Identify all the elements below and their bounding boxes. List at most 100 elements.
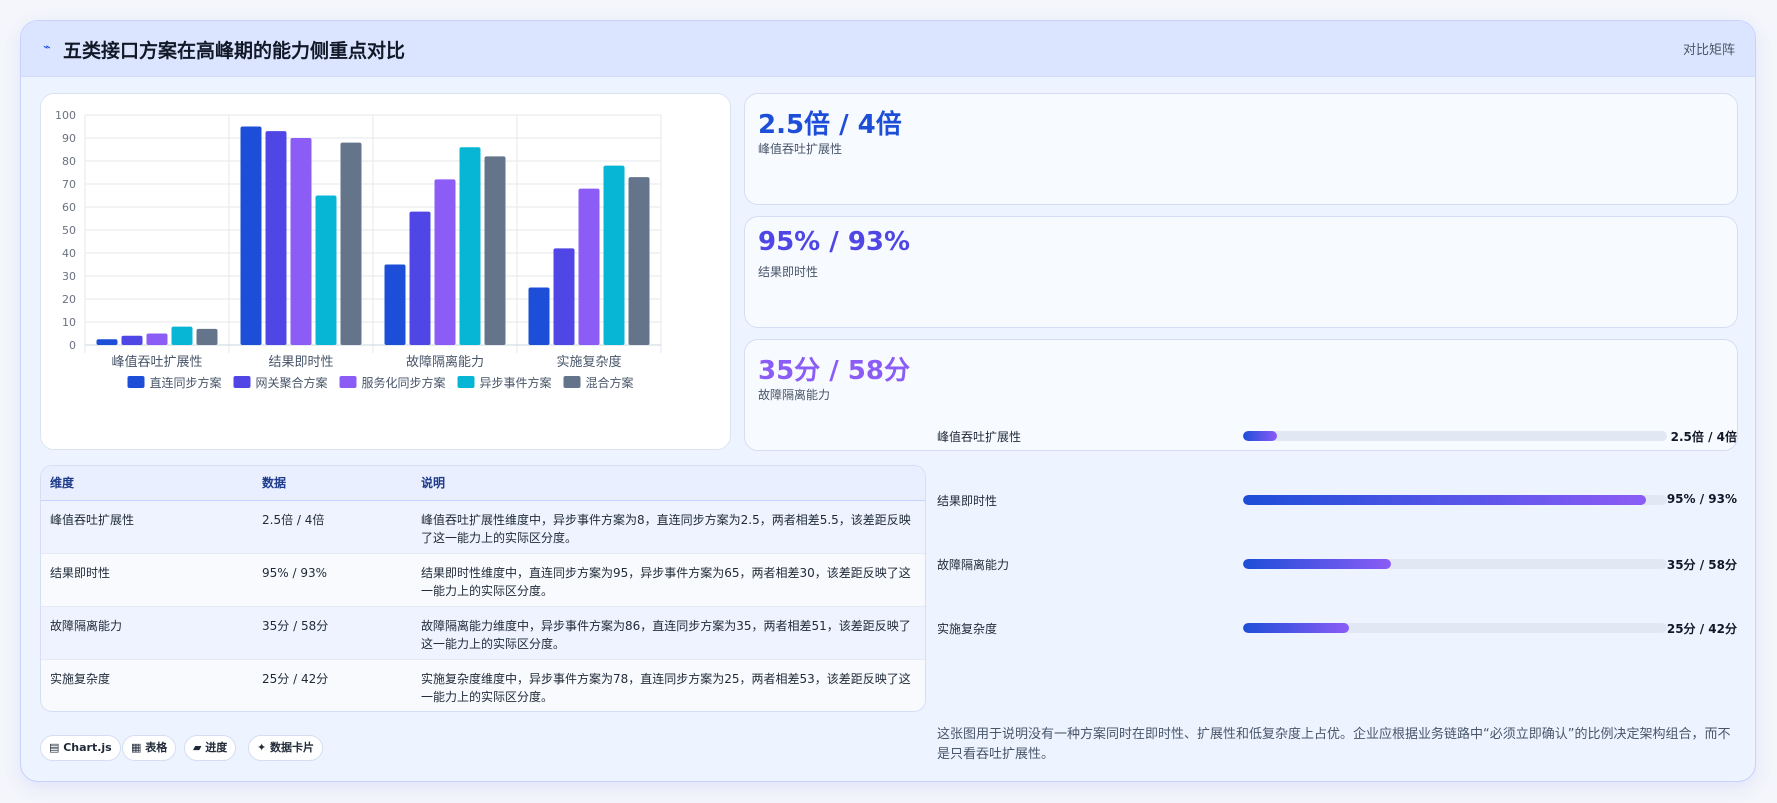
y-tick-label: 90 [62,132,76,145]
bar-2-1 [409,211,431,345]
bar-0-0 [96,339,118,345]
table-cell: 实施复杂度维度中，异步事件方案为78，直连同步方案为25，两者相差53，该差距反… [412,659,925,711]
table-cell: 结果即时性 [41,553,253,607]
stat-value: 2.5倍 / 4倍 [758,110,902,140]
progress-fill [1243,431,1277,441]
stat-value: 95% / 93% [758,227,911,257]
column-header-dimension: 维度 [41,466,253,501]
x-tick-label: 故障隔离能力 [406,354,484,370]
table-row: 峰值吞吐扩展性 2.5倍 / 4倍 峰值吞吐扩展性维度中，异步事件方案为8，直连… [41,500,925,554]
stat-card-immediacy: 95% / 93% 结果即时性 [744,216,1738,328]
y-tick-label: 10 [62,316,76,329]
bar-0-3 [171,326,193,345]
progress-row-throughput: 峰值吞吐扩展性 2.5倍 / 4倍 [937,426,1737,446]
wave-icon: ⌁ [43,40,51,55]
stat-label: 结果即时性 [758,265,819,279]
y-tick-label: 30 [62,270,76,283]
bar-3-3 [603,165,625,345]
bar-chart-card: 0 10 20 30 40 50 60 70 80 90 100 峰值吞吐扩展性 结果即时性 故障隔离能力… [40,93,731,450]
chip-progress[interactable]: ▰ 进度 [184,735,237,761]
chip-chartjs[interactable]: ▤ Chart.js [40,735,121,761]
progress-value: 35分 / 58分 [1666,558,1737,572]
legend-label: 异步事件方案 [480,375,552,390]
bar-2-2 [434,179,456,345]
table-cell: 35分 / 58分 [253,606,412,660]
chip-data-card[interactable]: ✦ 数据卡片 [248,735,324,761]
table-row: 实施复杂度 25分 / 42分 实施复杂度维度中，异步事件方案为78，直连同步方… [41,659,925,711]
bar-1-4 [340,142,362,345]
bar-3-4 [628,177,650,345]
progress-fill [1243,623,1349,633]
bar-1-0 [240,126,262,345]
progress-label: 峰值吞吐扩展性 [937,430,1022,444]
progress-track [1243,623,1667,633]
y-tick-label: 40 [62,247,76,260]
legend-swatch [233,376,251,388]
progress-value: 95% / 93% [1666,492,1737,506]
table-cell: 实施复杂度 [41,659,253,711]
data-table-card: 维度 数据 说明 峰值吞吐扩展性 2.5倍 / 4倍 峰值吞吐扩展性维度中，异步… [40,465,926,712]
progress-label: 实施复杂度 [937,622,998,636]
chip-table[interactable]: ▦ 表格 [122,735,177,761]
progress-fill [1243,559,1392,569]
table-cell: 结果即时性维度中，直连同步方案为95，异步事件方案为65，两者相差30，该差距反… [412,553,925,607]
bar-1-3 [315,195,337,345]
progress-fill [1243,495,1646,505]
stat-card-throughput: 2.5倍 / 4倍 峰值吞吐扩展性 [744,93,1738,205]
y-tick-label: 80 [62,155,76,168]
bar-0-2 [146,333,168,345]
table-cell: 峰值吞吐扩展性维度中，异步事件方案为8，直连同步方案为2.5，两者相差5.5，该… [412,500,925,554]
column-header-description: 说明 [412,466,925,501]
y-tick-label: 0 [69,339,76,352]
bar-3-0 [528,287,550,345]
legend-label: 网关聚合方案 [256,375,328,390]
table-cell: 故障隔离能力维度中，异步事件方案为86，直连同步方案为35，两者相差51，该差距… [412,606,925,660]
bar-1-1 [265,131,287,345]
table-header-row: 维度 数据 说明 [41,466,925,501]
bar-2-3 [459,147,481,345]
progress-row-isolation: 故障隔离能力 35分 / 58分 [937,554,1737,574]
legend-swatch [127,376,145,388]
column-header-data: 数据 [253,466,412,501]
progress-track [1243,431,1667,441]
progress-row-immediacy: 结果即时性 95% / 93% [937,490,1737,510]
stat-label: 峰值吞吐扩展性 [758,142,843,156]
summary-note: 这张图用于说明没有一种方案同时在即时性、扩展性和低复杂度上占优。企业应根据业务链… [937,727,1731,762]
progress-track [1243,559,1667,569]
x-tick-label: 峰值吞吐扩展性 [111,354,202,370]
table-cell: 2.5倍 / 4倍 [253,500,412,554]
stat-label: 故障隔离能力 [758,388,831,402]
x-tick-label: 结果即时性 [268,355,333,370]
stat-value: 35分 / 58分 [758,356,910,386]
page-title: 五类接口方案在高峰期的能力侧重点对比 [63,40,406,62]
y-tick-label: 100 [55,109,76,122]
progress-value: 2.5倍 / 4倍 [1670,430,1737,444]
progress-label: 结果即时性 [937,494,998,508]
table-cell: 95% / 93% [253,553,412,607]
comparison-panel: ⌁ 五类接口方案在高峰期的能力侧重点对比 对比矩阵 0 10 20 30 40 50 60 7… [20,20,1756,782]
progress-track [1243,495,1667,505]
x-tick-label: 实施复杂度 [556,354,621,370]
bar-1-2 [290,138,312,345]
legend-swatch [339,376,357,388]
legend-label: 服务化同步方案 [362,375,446,390]
bar-3-1 [553,248,575,345]
table-row: 故障隔离能力 35分 / 58分 故障隔离能力维度中，异步事件方案为86，直连同… [41,606,925,660]
legend-swatch [563,376,581,388]
progress-label: 故障隔离能力 [937,558,1010,572]
data-table: 维度 数据 说明 峰值吞吐扩展性 2.5倍 / 4倍 峰值吞吐扩展性维度中，异步… [41,466,925,711]
bar-3-2 [578,188,600,345]
table-cell: 25分 / 42分 [253,659,412,711]
y-tick-label: 60 [62,201,76,214]
y-tick-label: 50 [62,224,76,237]
table-cell: 故障隔离能力 [41,606,253,660]
bar-0-4 [196,328,218,345]
legend-label: 混合方案 [586,375,634,390]
panel-header: ⌁ 五类接口方案在高峰期的能力侧重点对比 对比矩阵 [21,21,1755,77]
progress-value: 25分 / 42分 [1666,622,1737,636]
legend-label: 直连同步方案 [150,375,222,390]
y-tick-label: 20 [62,293,76,306]
matrix-tag: 对比矩阵 [1682,43,1735,58]
legend-swatch [457,376,475,388]
table-cell: 峰值吞吐扩展性 [41,500,253,554]
